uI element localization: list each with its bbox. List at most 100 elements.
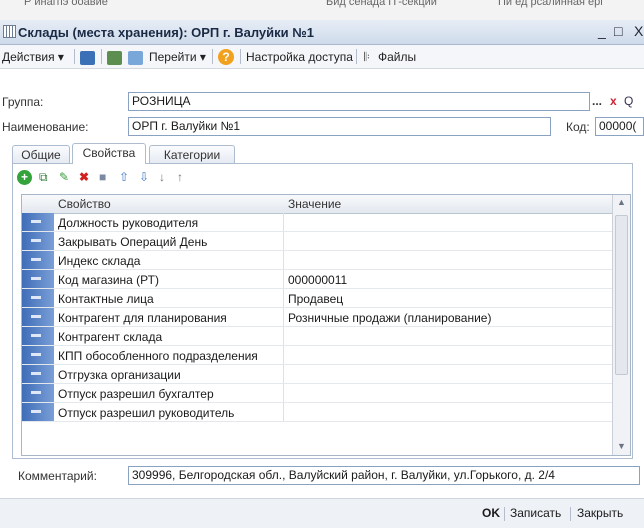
save-button[interactable]: Записать xyxy=(510,506,561,520)
footer-separator xyxy=(504,507,505,521)
toolbar: Действия ▾ Перейти ▾ ? Настройка доступа… xyxy=(0,45,644,69)
row-marker-icon xyxy=(22,327,54,345)
row-marker-icon xyxy=(22,251,54,269)
title-bar[interactable]: Склады (места хранения): ОРП г. Валуйки … xyxy=(0,20,644,45)
table-row[interactable]: Закрывать Операций День xyxy=(22,232,612,251)
close-button[interactable]: X xyxy=(634,23,643,39)
clear-icon[interactable]: x xyxy=(610,94,617,108)
property-cell: Отгрузка организации xyxy=(58,368,181,382)
group-label: Группа: xyxy=(2,95,44,109)
property-cell: КПП обособленного подразделения xyxy=(58,349,258,363)
property-cell: Код магазина (РТ) xyxy=(58,273,159,287)
property-cell: Должность руководителя xyxy=(58,216,199,230)
bg-text-left: Р инагпэ ооавие xyxy=(24,0,108,8)
toolbar-separator xyxy=(101,49,102,64)
add-icon[interactable]: + xyxy=(17,170,32,185)
table-row[interactable]: Индекс склада xyxy=(22,251,612,270)
properties-panel: + ⧉ ✎ ✖ ■ ⇧ ⇩ ↓ ↑ Свойство Значение Долж… xyxy=(12,163,633,459)
minimize-button[interactable]: _ xyxy=(598,23,606,39)
property-cell: Закрывать Операций День xyxy=(58,235,208,249)
property-cell: Индекс склада xyxy=(58,254,141,268)
table-header: Свойство Значение xyxy=(22,195,612,214)
bg-text-right: Пи ед рсалинная ерг xyxy=(498,0,605,8)
row-marker-icon xyxy=(22,403,54,421)
footer-separator xyxy=(570,507,571,521)
scroll-up-icon[interactable]: ▲ xyxy=(617,197,626,207)
row-marker-icon xyxy=(22,270,54,288)
properties-table: Свойство Значение Должность руководителя… xyxy=(21,194,631,456)
table-row[interactable]: КПП обособленного подразделения xyxy=(22,346,612,365)
delete-icon[interactable]: ✖ xyxy=(79,170,89,184)
help-icon[interactable]: ? xyxy=(218,49,234,65)
row-marker-icon xyxy=(22,346,54,364)
value-cell[interactable]: Продавец xyxy=(288,292,608,306)
row-marker-icon xyxy=(22,232,54,250)
row-marker-icon xyxy=(22,213,54,231)
access-settings-button[interactable]: Настройка доступа xyxy=(246,49,353,65)
footer-bar: OK Записать Закрыть xyxy=(0,498,644,528)
move-down-icon[interactable]: ⇩ xyxy=(139,170,149,184)
table-scrollbar[interactable]: ▲ ▼ xyxy=(612,195,630,455)
copy-doc-icon[interactable] xyxy=(128,49,143,65)
table-row[interactable]: Код магазина (РТ) 000000011 xyxy=(22,270,612,289)
property-cell: Отпуск разрешил бухгалтер xyxy=(58,387,214,401)
structure-icon[interactable] xyxy=(107,49,122,65)
toolbar-separator xyxy=(74,49,75,64)
goto-menu[interactable]: Перейти ▾ xyxy=(149,49,206,65)
row-marker-icon xyxy=(22,289,54,307)
scroll-down-icon[interactable]: ▼ xyxy=(617,441,626,451)
save-icon[interactable] xyxy=(80,49,95,65)
row-marker-icon xyxy=(22,365,54,383)
files-button[interactable]: Файлы xyxy=(378,49,416,65)
bg-text-mid: Бид сенада П'-секции xyxy=(326,0,437,8)
table-row[interactable]: Контрагент для планирования Розничные про… xyxy=(22,308,612,327)
code-label: Код: xyxy=(566,120,590,134)
copy-row-icon[interactable]: ⧉ xyxy=(39,170,48,185)
column-header-value[interactable]: Значение xyxy=(288,197,341,211)
tab-general[interactable]: Общие xyxy=(12,145,70,163)
value-cell[interactable]: Розничные продажи (планирование) xyxy=(288,311,608,325)
property-cell: Контрагент для планирования xyxy=(58,311,227,325)
comment-field[interactable]: 309996, Белгородская обл., Валуйский рай… xyxy=(128,466,640,485)
row-marker-icon xyxy=(22,384,54,402)
toolbar-separator xyxy=(212,49,213,64)
property-cell: Отпуск разрешил руководитель xyxy=(58,406,235,420)
toolbar-separator xyxy=(240,49,241,64)
value-cell[interactable]: 000000011 xyxy=(288,273,608,287)
window-title: Склады (места хранения): ОРП г. Валуйки … xyxy=(18,25,314,40)
tab-properties[interactable]: Свойства xyxy=(72,143,146,164)
table-row[interactable]: Отпуск разрешил бухгалтер xyxy=(22,384,612,403)
paperclip-icon: 𝄆 xyxy=(364,50,370,64)
toolbar-separator xyxy=(356,49,357,64)
property-cell: Контактные лица xyxy=(58,292,154,306)
table-row[interactable]: Отпуск разрешил руководитель xyxy=(22,403,612,422)
move-up-icon[interactable]: ⇧ xyxy=(119,170,129,184)
property-cell: Контрагент склада xyxy=(58,330,163,344)
sort-asc-icon[interactable]: ↓ xyxy=(159,170,165,184)
form-window: Склады (места хранения): ОРП г. Валуйки … xyxy=(0,20,644,528)
table-row[interactable]: Отгрузка организации xyxy=(22,365,612,384)
column-header-property[interactable]: Свойство xyxy=(58,197,111,211)
edit-icon[interactable]: ✎ xyxy=(59,170,69,184)
actions-menu[interactable]: Действия ▾ xyxy=(2,49,64,65)
table-row[interactable]: Контрагент склада xyxy=(22,327,612,346)
ok-button[interactable]: OK xyxy=(482,506,500,520)
sort-desc-icon[interactable]: ↑ xyxy=(177,170,183,184)
name-field[interactable]: ОРП г. Валуйки №1 xyxy=(128,117,551,136)
code-field[interactable]: 00000( xyxy=(595,117,644,136)
row-marker-icon xyxy=(22,308,54,326)
search-icon[interactable]: Q xyxy=(624,94,633,108)
tab-categories[interactable]: Категории xyxy=(149,145,235,163)
background-window-strip: Р инагпэ ооавие Бид сенада П'-секции Пи … xyxy=(0,0,644,21)
finish-edit-icon[interactable]: ■ xyxy=(99,170,106,184)
group-select-button[interactable]: ... xyxy=(592,94,602,108)
table-row[interactable]: Контактные лица Продавец xyxy=(22,289,612,308)
name-label: Наименование: xyxy=(2,120,89,134)
comment-label: Комментарий: xyxy=(18,469,97,483)
group-field[interactable]: РОЗНИЦА xyxy=(128,92,590,111)
maximize-button[interactable]: □ xyxy=(614,23,622,39)
close-form-button[interactable]: Закрыть xyxy=(577,506,623,520)
table-row[interactable]: Должность руководителя xyxy=(22,213,612,232)
scrollbar-thumb[interactable] xyxy=(615,215,628,375)
catalog-icon xyxy=(3,25,16,38)
